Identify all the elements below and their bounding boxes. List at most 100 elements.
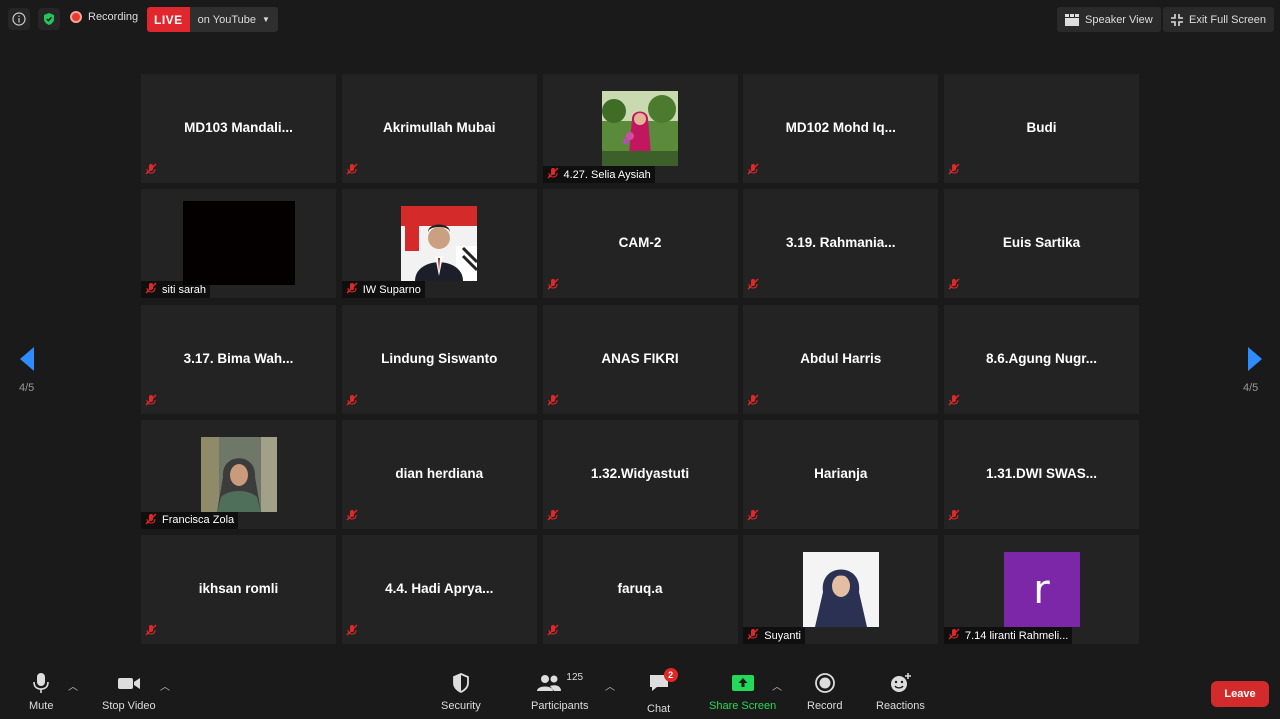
participant-tile[interactable]: Akrimullah Mubai <box>341 74 537 183</box>
participant-name: Harianja <box>814 465 868 481</box>
security-label: Security <box>441 700 481 712</box>
muted-mic-icon <box>747 277 759 295</box>
muted-mic-icon <box>346 623 358 641</box>
share-screen-icon <box>731 675 754 691</box>
speaker-view-label: Speaker View <box>1085 13 1153 26</box>
mute-options-caret-icon[interactable]: ︿ <box>68 678 78 693</box>
participant-name: siti sarah <box>162 283 207 296</box>
participant-tile[interactable]: 3.19. Rahmania... <box>743 189 939 299</box>
participant-name: MD103 Mandali... <box>184 120 293 135</box>
reactions-button[interactable]: Reactions <box>876 672 925 712</box>
participant-photo <box>200 436 277 512</box>
muted-mic-icon <box>547 167 559 182</box>
encryption-shield-icon[interactable] <box>38 8 60 30</box>
microphone-icon <box>33 673 50 693</box>
participant-label: 4.27. Selia Aysiah <box>542 166 655 183</box>
top-bar: Recording LIVE on YouTube ▼ Speaker View… <box>0 0 1280 40</box>
record-label: Record <box>807 700 843 712</box>
participant-tile[interactable]: Abdul Harris <box>743 304 939 414</box>
participant-tile[interactable]: 1.31.DWI SWAS... <box>944 419 1139 529</box>
info-icon[interactable] <box>8 8 30 30</box>
recording-dot-icon <box>70 11 82 23</box>
meeting-controls-bar: Mute ︿ Stop Video ︿ Security 125 Partici… <box>0 664 1280 719</box>
participant-name: 4.4. Hadi Aprya... <box>385 581 494 596</box>
muted-mic-icon <box>747 393 759 411</box>
muted-mic-icon <box>747 628 759 643</box>
participant-name: Lindung Siswanto <box>381 350 498 366</box>
participants-button[interactable]: 125 Participants <box>531 672 588 712</box>
participant-tile[interactable]: 4.4. Hadi Aprya... <box>341 535 537 644</box>
participant-tile[interactable]: 4.27. Selia Aysiah <box>542 74 738 183</box>
speaker-view-button[interactable]: Speaker View <box>1057 7 1161 32</box>
participant-photo <box>602 91 678 166</box>
participant-tile[interactable]: Euis Sartika <box>944 189 1139 299</box>
chat-label: Chat <box>647 703 671 715</box>
muted-mic-icon <box>145 623 157 641</box>
chevron-down-icon: ▼ <box>262 15 270 24</box>
participant-name: dian herdiana <box>395 465 484 481</box>
participant-name: MD102 Mohd Iq... <box>785 120 896 135</box>
video-camera-icon <box>117 678 140 689</box>
participant-name: 4.27. Selia Aysiah <box>563 168 651 181</box>
participant-tile[interactable]: IW Suparno <box>341 189 537 299</box>
security-button[interactable]: Security <box>441 672 481 712</box>
muted-mic-icon <box>145 393 157 411</box>
participant-tile[interactable]: 8.6.Agung Nugr... <box>944 304 1139 414</box>
avatar-letter: r <box>1033 566 1050 613</box>
muted-mic-icon <box>948 393 960 411</box>
participant-tile[interactable]: Francisca Zola <box>141 419 336 529</box>
participant-tile[interactable]: MD102 Mohd Iq... <box>743 74 939 183</box>
participant-tile[interactable]: ikhsan romli <box>141 535 336 644</box>
participant-label: Francisca Zola <box>141 511 239 529</box>
participant-tile[interactable]: r 7.14 liranti Rahmeli... <box>944 535 1139 644</box>
share-screen-label: Share Screen <box>709 700 777 712</box>
muted-mic-icon <box>948 508 960 526</box>
participant-tile[interactable]: 1.32.Widyastuti <box>542 419 738 529</box>
share-options-caret-icon[interactable]: ︿ <box>772 678 782 693</box>
participant-tile[interactable]: Lindung Siswanto <box>341 304 537 414</box>
exit-fullscreen-button[interactable]: Exit Full Screen <box>1163 7 1275 32</box>
page-indicator-right: 4/5 <box>1243 382 1259 394</box>
live-stream-dropdown[interactable]: LIVE on YouTube ▼ <box>147 7 278 32</box>
participant-name: Akrimullah Mubai <box>382 120 496 135</box>
participant-tile[interactable]: faruq.a <box>542 535 738 644</box>
muted-mic-icon <box>547 508 559 526</box>
next-page-arrow-icon[interactable] <box>1240 344 1266 374</box>
participants-options-caret-icon[interactable]: ︿ <box>605 678 615 693</box>
muted-mic-icon <box>948 277 960 295</box>
muted-mic-icon <box>145 162 157 180</box>
page-indicator-left: 4/5 <box>19 382 35 394</box>
participant-tile[interactable]: Suyanti <box>743 535 939 644</box>
live-badge: LIVE <box>147 7 190 32</box>
video-options-caret-icon[interactable]: ︿ <box>160 678 170 693</box>
participant-tile[interactable]: MD103 Mandali... <box>141 74 336 183</box>
chat-button[interactable]: 2 Chat <box>647 668 678 715</box>
mute-button[interactable]: Mute <box>29 672 53 712</box>
participant-tile[interactable]: ANAS FIKRI <box>542 304 738 414</box>
speaker-view-icon <box>1065 13 1079 26</box>
share-screen-button[interactable]: Share Screen <box>709 672 776 712</box>
participant-photo <box>802 552 879 627</box>
recording-indicator[interactable]: Recording <box>70 11 138 23</box>
record-button[interactable]: Record <box>807 672 842 712</box>
participant-tile[interactable]: Harianja <box>743 419 939 529</box>
reactions-smiley-icon <box>891 673 912 692</box>
participant-label: 7.14 liranti Rahmeli... <box>944 627 1073 644</box>
participant-tile[interactable]: Budi <box>944 74 1139 183</box>
participant-name: Euis Sartika <box>1002 235 1081 251</box>
participant-name: ikhsan romli <box>198 581 279 596</box>
participant-avatar: r <box>1003 552 1080 627</box>
muted-mic-icon <box>346 162 358 180</box>
participant-tile[interactable]: 3.17. Bima Wah... <box>141 304 336 414</box>
participant-tile[interactable]: siti sarah <box>141 189 336 299</box>
leave-button[interactable]: Leave <box>1211 681 1269 707</box>
stop-video-button[interactable]: Stop Video <box>102 672 156 712</box>
participant-tile[interactable]: CAM-2 <box>542 189 738 299</box>
record-icon <box>814 673 835 693</box>
participant-name: Francisca Zola <box>162 514 235 527</box>
participants-count: 125 <box>566 672 584 683</box>
participant-tile[interactable]: dian herdiana <box>341 419 537 529</box>
previous-page-arrow-icon[interactable] <box>16 344 42 374</box>
live-target: on YouTube ▼ <box>189 7 278 32</box>
muted-mic-icon <box>346 393 358 411</box>
